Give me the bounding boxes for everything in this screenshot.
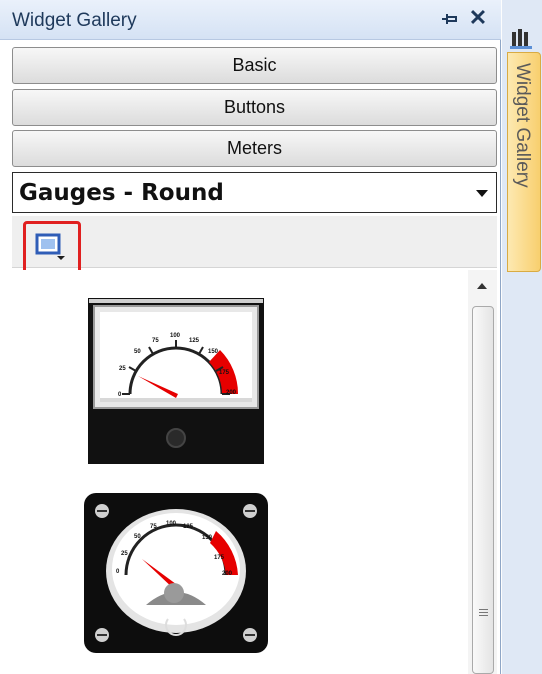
gauge2-tick-label: 200 [222,571,233,577]
gauge1-tick-label: 175 [219,370,230,376]
close-icon[interactable]: ✕ [467,7,489,29]
widget-gallery-side-tab[interactable]: Widget Gallery [507,52,541,272]
category-meters-button[interactable]: Meters [12,130,497,167]
gauge2-tick-label: 125 [183,524,194,530]
gauge2-tick-label: 75 [150,524,157,530]
gauge1-tick-label: 125 [189,338,200,344]
pin-icon[interactable] [440,9,460,29]
gauge1-tick-label: 200 [226,390,237,396]
view-mode-icon [35,233,65,260]
dropdown-selected-value: Gauges - Round [19,180,224,206]
gauge-widget-classic[interactable]: 0 25 50 75 100 125 150 175 200 [88,298,264,464]
gallery-scrollbar[interactable] [468,270,497,674]
gauge2-tick-label: 175 [214,555,225,561]
gauge1-tick-label: 75 [152,338,159,344]
category-buttons-button[interactable]: Buttons [12,89,497,126]
category-basic-button[interactable]: Basic [12,47,497,84]
grip-line [479,609,488,610]
gauge1-tick-label: 150 [208,349,219,355]
gauge1-tick-label: 25 [119,366,126,372]
chevron-down-icon[interactable] [476,190,488,197]
gauge1-tick-label: 50 [134,349,141,355]
gauge-type-dropdown[interactable]: Gauges - Round [12,172,497,213]
gallery-toolbar [12,216,497,268]
gauge2-tick-label: 50 [134,534,141,540]
grip-line [479,612,488,613]
widget-gallery-panel: Widget Gallery ✕ Basic Buttons Meters Ga… [0,0,501,674]
panel-titlebar: Widget Gallery ✕ [0,0,501,40]
grip-line [479,615,488,616]
scroll-thumb[interactable] [472,306,494,674]
scroll-up-arrow-icon[interactable] [468,274,497,296]
gauge-widget-panel-meter[interactable]: 0 25 50 75 100 125 150 175 200 [84,493,268,653]
gauge1-tick-label: 100 [170,333,181,339]
gauge2-tick-label: 150 [202,535,213,541]
panel-title: Widget Gallery [12,10,137,31]
gauge2-tick-label: 100 [166,521,177,527]
gauge2-tick-label: 25 [121,551,128,557]
side-tab-label: Widget Gallery [512,63,533,188]
view-mode-button[interactable] [23,221,81,275]
